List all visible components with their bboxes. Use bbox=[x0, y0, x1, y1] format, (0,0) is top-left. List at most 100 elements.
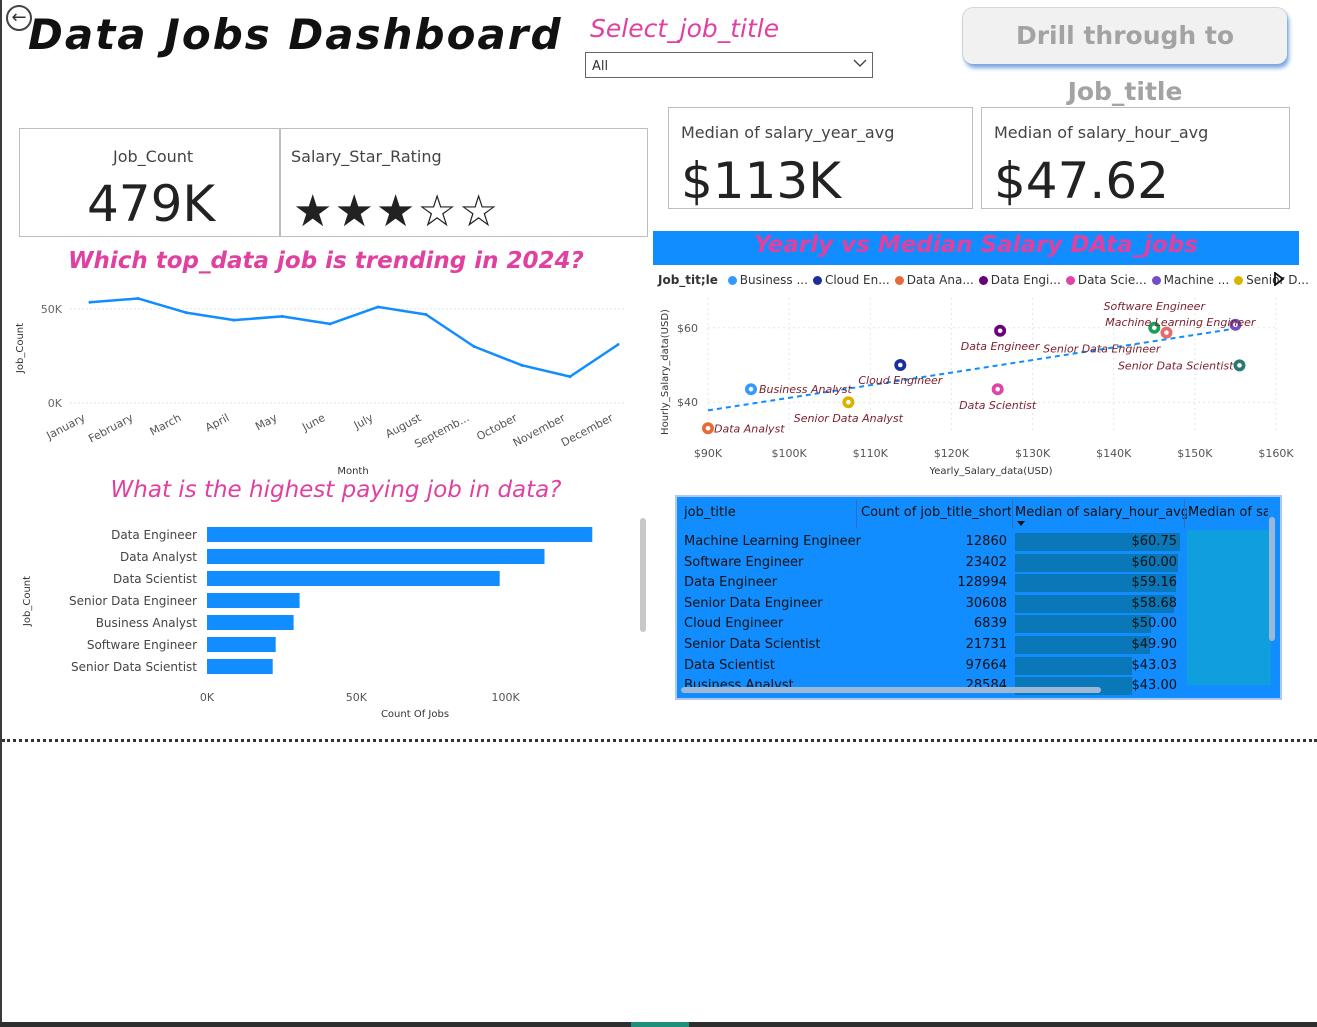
cell-median-hour: $60.75 bbox=[1131, 534, 1178, 549]
cell-job-title: Senior Data Scientist bbox=[684, 637, 821, 652]
slicer-value: All bbox=[592, 59, 609, 74]
left-edge bbox=[0, 0, 2, 1022]
star-rating-stars: ★★★☆☆ bbox=[293, 187, 500, 237]
legend-item[interactable]: Data Ana... bbox=[894, 273, 974, 287]
table-horizontal-scrollbar[interactable] bbox=[681, 687, 1101, 693]
x-tick-label: $160K bbox=[1258, 447, 1294, 460]
legend-dot bbox=[978, 276, 988, 285]
point-label: Data Scientist bbox=[959, 399, 1037, 412]
bar-chart-title: What is the highest paying job in data? bbox=[110, 477, 562, 503]
line-chart-title: Which top_data job is trending in 2024? bbox=[68, 248, 584, 274]
scatter-point-center bbox=[898, 362, 903, 368]
cell-median-hour: $59.16 bbox=[1131, 575, 1178, 591]
cell-job-title: Software Engineer bbox=[684, 554, 804, 570]
line-point bbox=[136, 296, 140, 300]
bar-category-label: Business Analyst bbox=[96, 616, 198, 630]
legend-item[interactable]: Data Engi... bbox=[978, 273, 1061, 287]
scatter-legend[interactable]: Job_tit;le Business ... Cloud En... Data A… bbox=[658, 273, 1314, 287]
bar-category-label: Software Engineer bbox=[87, 638, 197, 652]
x-tick-label: July bbox=[351, 411, 376, 432]
scatter-point-center bbox=[1164, 330, 1169, 335]
point-label: Cloud Engineer bbox=[858, 374, 943, 387]
x-axis-title: Yearly_Salary_data(USD) bbox=[929, 466, 1053, 477]
x-tick-label: November bbox=[511, 411, 568, 450]
bar-category-label: Senior Data Scientist bbox=[71, 660, 197, 674]
cell-job-title: Data Scientist bbox=[684, 657, 775, 673]
x-tick-label: April bbox=[203, 411, 231, 434]
star-filled-icon: ★ bbox=[293, 186, 335, 237]
drill-through-button[interactable]: Drill through to Job_title bbox=[963, 8, 1287, 106]
median-year-label: Median of salary_year_avg bbox=[681, 123, 895, 142]
scatter-point-center bbox=[748, 386, 754, 392]
legend-label: Machine ... bbox=[1163, 273, 1230, 287]
bar-category-label: Data Scientist bbox=[113, 572, 197, 586]
line-chart[interactable]: 0K 50K JanuaryFebruary March April May June Jul… bbox=[0, 282, 650, 480]
legend-dot bbox=[1151, 276, 1161, 285]
cell-count: 21731 bbox=[965, 637, 1007, 652]
page-title: Data Jobs Dashboard bbox=[28, 10, 563, 59]
point-label: Senior Data Analyst bbox=[794, 412, 904, 425]
salary-table[interactable]: job_title Count of job_title_short Media… bbox=[675, 495, 1282, 700]
col-header-median-hour[interactable]: Median of salary_hour_avg bbox=[1015, 505, 1187, 529]
x-tick-label: $120K bbox=[934, 447, 970, 460]
x-tick-label: March bbox=[148, 411, 184, 438]
star-rating-label: Salary_Star_Rating bbox=[291, 147, 442, 166]
x-tick-label: 0K bbox=[200, 691, 215, 704]
legend-next-icon[interactable] bbox=[1273, 271, 1285, 290]
active-page-tab[interactable] bbox=[631, 1022, 689, 1027]
col-divider bbox=[1184, 500, 1185, 528]
line-point bbox=[184, 311, 188, 315]
median-hour-card: Median of salary_hour_avg $47.62 bbox=[981, 107, 1290, 210]
cell-median-hour: $58.68 bbox=[1131, 595, 1178, 611]
x-axis-title: Month bbox=[337, 466, 368, 477]
chevron-down-icon bbox=[853, 59, 867, 67]
y-tick-label: $60 bbox=[677, 322, 698, 335]
x-tick-label: December bbox=[559, 411, 616, 449]
col-header-count[interactable]: Count of job_title_short bbox=[861, 505, 1011, 529]
line-point bbox=[328, 322, 332, 326]
line-point bbox=[616, 343, 620, 347]
star-filled-icon: ★ bbox=[334, 186, 376, 237]
legend-item[interactable]: Data Scie... bbox=[1065, 273, 1147, 287]
y-tick-label: $40 bbox=[677, 396, 698, 409]
legend-item[interactable]: Cloud En... bbox=[812, 273, 890, 287]
x-tick-label: $110K bbox=[853, 447, 889, 460]
x-tick-label: $150K bbox=[1177, 447, 1213, 460]
table-vertical-scrollbar[interactable] bbox=[1269, 517, 1275, 641]
col-header-job-title[interactable]: job_title bbox=[684, 505, 854, 529]
line-point bbox=[376, 305, 380, 309]
legend-title: Job_tit;le bbox=[658, 273, 718, 287]
median-year-column bbox=[1187, 530, 1271, 685]
bar-senior-data-engineer bbox=[207, 593, 300, 608]
cell-job-title: Senior Data Engineer bbox=[684, 595, 823, 611]
job-title-slicer[interactable]: All bbox=[585, 52, 873, 78]
cell-count: 23402 bbox=[965, 554, 1007, 570]
col-divider bbox=[1012, 500, 1013, 528]
point-label: Business Analyst bbox=[759, 383, 853, 396]
median-hour-label: Median of salary_hour_avg bbox=[994, 123, 1209, 142]
scatter-point-center bbox=[846, 399, 851, 405]
bar-category-label: Senior Data Engineer bbox=[69, 594, 197, 608]
point-label: Senior Data Engineer bbox=[1043, 343, 1162, 356]
scatter-point-center bbox=[997, 328, 1003, 334]
col-header-median-year[interactable]: Median of sal bbox=[1188, 505, 1268, 529]
legend-item[interactable]: Machine ... bbox=[1151, 273, 1230, 287]
star-empty-icon: ☆ bbox=[417, 186, 459, 237]
scatter-chart[interactable]: $90K $100K $110K $120K $130K $140K $150K $160K $… bbox=[653, 292, 1303, 482]
bar-chart-scrollbar[interactable] bbox=[640, 518, 646, 632]
point-label: Data Engineer bbox=[961, 340, 1041, 353]
point-label: Machine Learning Engineer bbox=[1105, 316, 1257, 329]
star-empty-icon: ☆ bbox=[458, 186, 501, 237]
legend-item[interactable]: Business ... bbox=[727, 273, 808, 287]
y-axis-title: Job_Count bbox=[15, 323, 26, 374]
sort-desc-icon bbox=[1017, 521, 1025, 526]
bar-category-label: Data Analyst bbox=[120, 550, 197, 564]
bar-chart[interactable]: Data Engineer Data Analyst Data Scientist S… bbox=[0, 515, 650, 725]
legend-item[interactable]: Senior D... bbox=[1234, 273, 1309, 287]
page-divider bbox=[2, 739, 1317, 742]
x-tick-label: 100K bbox=[492, 691, 521, 704]
x-tick-label: $100K bbox=[772, 447, 808, 460]
bar-data-analyst bbox=[207, 549, 545, 564]
cell-median-hour: $50.00 bbox=[1131, 616, 1178, 632]
col-divider bbox=[856, 500, 857, 528]
